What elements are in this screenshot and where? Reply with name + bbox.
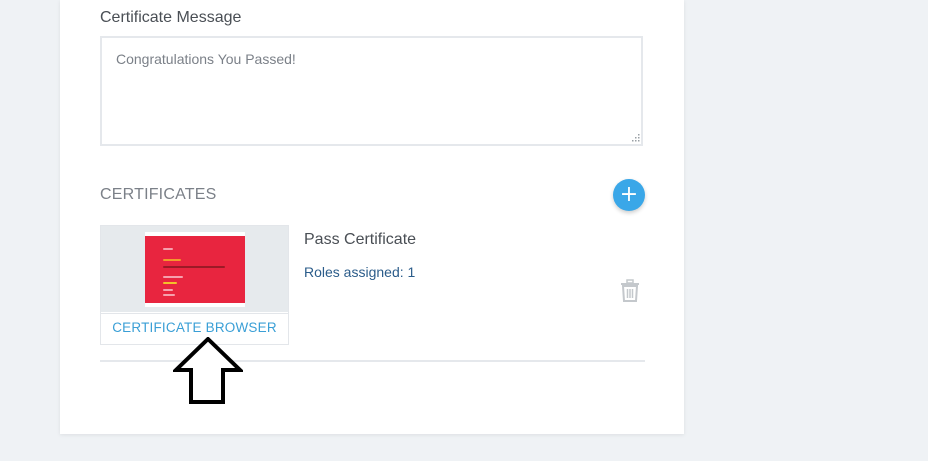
add-certificate-button[interactable]: + bbox=[613, 179, 645, 211]
trash-icon[interactable] bbox=[619, 279, 641, 303]
resize-grip-icon[interactable] bbox=[631, 133, 640, 142]
certificates-section-title: CERTIFICATES bbox=[100, 186, 217, 203]
certificate-thumbnail[interactable] bbox=[101, 226, 288, 312]
certificate-preview bbox=[145, 232, 245, 307]
certificate-roles[interactable]: Roles assigned: 1 bbox=[304, 264, 415, 280]
up-arrow-icon bbox=[173, 337, 243, 404]
form-card: Certificate Message Congratulations You … bbox=[60, 0, 684, 434]
certificate-card: CERTIFICATE BROWSER bbox=[100, 225, 289, 345]
certificate-message-label: Certificate Message bbox=[100, 9, 242, 26]
certificate-message-field[interactable]: Congratulations You Passed! bbox=[100, 36, 643, 146]
certificate-preview-body bbox=[145, 236, 245, 303]
certificate-name: Pass Certificate bbox=[304, 231, 417, 248]
